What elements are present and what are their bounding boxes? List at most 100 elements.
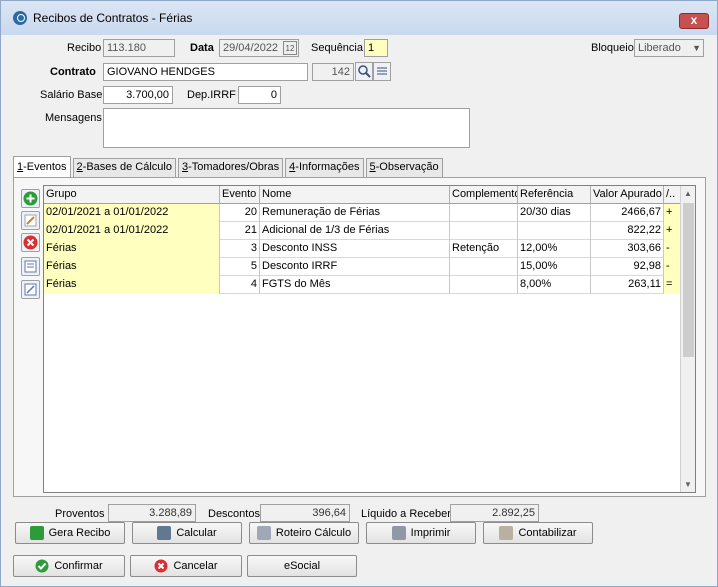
cell-valor[interactable]: 2466,67 [591,204,664,222]
accounting-icon [499,526,514,540]
cell-nome[interactable]: FGTS do Mês [260,276,450,294]
cell-grupo[interactable]: Férias [44,276,220,294]
salario-field[interactable]: 3.700,00 [103,86,173,104]
proventos-value: 3.288,89 [108,504,196,522]
window: Recibos de Contratos - Férias x Recibo 1… [0,0,718,587]
scrollbar-thumb[interactable] [683,203,694,357]
grid-rows: 02/01/2021 a 01/01/2022 20 Remuneração de … [44,204,681,294]
column-header-referencia[interactable]: Referência [518,186,591,204]
cell-nome[interactable]: Desconto INSS [260,240,450,258]
cell-evento[interactable]: 21 [220,222,260,240]
cell-referencia[interactable]: 12,00% [518,240,591,258]
tab-informacoes[interactable]: 4-Informações [285,158,364,178]
edit-event-button[interactable] [21,211,40,230]
bloqueio-value: Liberado [638,42,681,54]
column-header-valor-apurado[interactable]: Valor Apurado [591,186,664,204]
contrato-code-field[interactable]: 142 [312,63,354,81]
magnifier-icon [256,526,271,540]
search-icon[interactable] [355,62,373,81]
tab-observacao[interactable]: 5-Observação [365,158,443,178]
table-row[interactable]: Férias 4 FGTS do Mês 8,00% 263,11 = [44,276,681,294]
cell-complemento[interactable]: Retenção [450,240,518,258]
scroll-up-icon[interactable]: ▲ [684,189,692,198]
bloqueio-select[interactable]: Liberado ▼ [634,39,704,57]
table-row[interactable]: 02/01/2021 a 01/01/2022 20 Remuneração de … [44,204,681,222]
add-event-button[interactable] [21,189,40,208]
cell-evento[interactable]: 20 [220,204,260,222]
table-row[interactable]: Férias 3 Desconto INSS Retenção 12,00% 303,66… [44,240,681,258]
recibo-field[interactable]: 113.180 [103,39,175,57]
table-row[interactable]: Férias 5 Desconto IRRF 15,00% 92,98- [44,258,681,276]
check-icon [35,559,49,573]
confirmar-button[interactable]: Confirmar [13,555,125,577]
cell-evento[interactable]: 5 [220,258,260,276]
tab-eventos[interactable]: 1-Eventos [13,156,71,178]
close-button[interactable]: x [679,13,709,29]
tab-tomadores-obras[interactable]: 3-Tomadores/Obras [177,158,284,178]
cell-sinal[interactable]: + [664,204,681,222]
cell-valor[interactable]: 303,66 [591,240,664,258]
column-header-nome[interactable]: Nome [260,186,450,204]
contrato-label: Contrato [50,66,96,78]
column-header-evento[interactable]: Evento [220,186,260,204]
contrato-field[interactable]: GIOVANO HENDGES [103,63,308,81]
tab-bar: 1-Eventos 2-Bases de Cálculo 3-Tomadores… [13,156,445,178]
data-label: Data [190,42,214,54]
cell-nome[interactable]: Desconto IRRF [260,258,450,276]
calendar-icon[interactable]: 12 [283,41,297,55]
cell-referencia[interactable]: 20/30 dias [518,204,591,222]
cell-sinal[interactable]: + [664,222,681,240]
descontos-label: Descontos [208,508,260,520]
cell-evento[interactable]: 3 [220,240,260,258]
liquido-value: 2.892,25 [450,504,539,522]
app-icon [13,11,27,25]
salario-label: Salário Base [40,89,103,101]
calcular-button[interactable]: Calcular [132,522,242,544]
gera-recibo-button[interactable]: Gera Recibo [15,522,125,544]
dep-irrf-field[interactable]: 0 [238,86,281,104]
cell-evento[interactable]: 4 [220,276,260,294]
arrow-icon [29,526,44,540]
data-field[interactable]: 29/04/2022 12 [219,39,299,57]
cell-sinal[interactable]: - [664,240,681,258]
delete-event-button[interactable] [21,233,40,252]
mensagens-textarea[interactable] [103,108,470,148]
scroll-down-icon[interactable]: ▼ [684,480,692,489]
cell-complemento[interactable] [450,222,518,240]
cell-valor[interactable]: 263,11 [591,276,664,294]
cell-valor[interactable]: 92,98 [591,258,664,276]
vertical-scrollbar[interactable]: ▲ ▼ [680,186,695,492]
esocial-button[interactable]: eSocial [247,555,357,577]
cell-referencia[interactable]: 8,00% [518,276,591,294]
printer-icon [391,526,406,540]
cell-complemento[interactable] [450,204,518,222]
cell-sinal[interactable]: - [664,258,681,276]
copy-event-button[interactable] [21,257,40,276]
column-header-grupo[interactable]: Grupo [44,186,220,204]
list-icon[interactable] [373,62,391,81]
cell-referencia[interactable]: 15,00% [518,258,591,276]
column-header-sinal[interactable]: /.. [664,186,681,204]
cell-grupo[interactable]: Férias [44,258,220,276]
window-title: Recibos de Contratos - Férias [33,11,193,25]
table-row[interactable]: 02/01/2021 a 01/01/2022 21 Adicional de 1/… [44,222,681,240]
cancelar-button[interactable]: Cancelar [130,555,242,577]
tab-bases-calculo[interactable]: 2-Bases de Cálculo [72,158,176,178]
cell-valor[interactable]: 822,22 [591,222,664,240]
cell-grupo[interactable]: 02/01/2021 a 01/01/2022 [44,222,220,240]
sequencia-field[interactable]: 1 [364,39,388,57]
cell-grupo[interactable]: Férias [44,240,220,258]
cell-referencia[interactable] [518,222,591,240]
cell-nome[interactable]: Adicional de 1/3 de Férias [260,222,450,240]
cell-complemento[interactable] [450,276,518,294]
contabilizar-button[interactable]: Contabilizar [483,522,593,544]
imprimir-button[interactable]: Imprimir [366,522,476,544]
column-header-complemento[interactable]: Complemento [450,186,518,204]
cell-grupo[interactable]: 02/01/2021 a 01/01/2022 [44,204,220,222]
roteiro-calculo-button[interactable]: Roteiro Cálculo [249,522,359,544]
note-event-button[interactable] [21,280,40,299]
descontos-value: 396,64 [260,504,350,522]
cell-sinal[interactable]: = [664,276,681,294]
cell-nome[interactable]: Remuneração de Férias [260,204,450,222]
cell-complemento[interactable] [450,258,518,276]
